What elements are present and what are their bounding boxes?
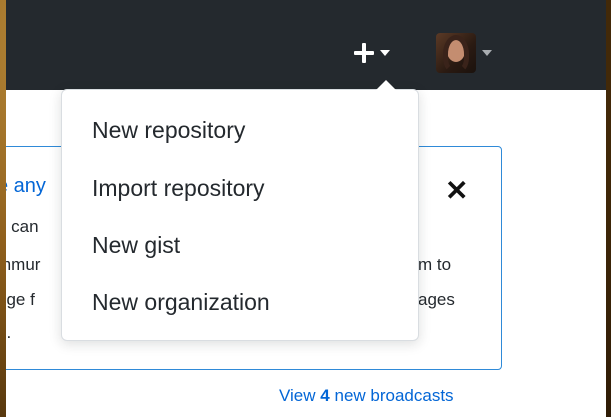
create-new-dropdown-button[interactable] [354,38,414,68]
broadcast-count: 4 [320,386,330,405]
user-menu-button[interactable] [436,30,516,76]
link-suffix: new broadcasts [334,386,454,405]
top-navigation-bar [6,0,606,90]
chevron-down-icon [380,50,390,56]
browser-content: e any u can mmur m to nge f ages e. ✕ Vi… [6,0,606,417]
view-broadcasts-link[interactable]: View 4 new broadcasts [279,386,454,406]
menu-item-new-repository[interactable]: New repository [92,117,245,144]
plus-icon [354,43,374,63]
broadcast-text-line: mmur [6,255,41,274]
broadcast-text-line: ages [418,290,455,309]
menu-item-import-repository[interactable]: Import repository [92,175,265,202]
broadcast-title[interactable]: e any [6,175,46,198]
broadcast-text-line: u can [6,217,39,236]
menu-item-new-gist[interactable]: New gist [92,232,180,259]
menu-item-new-organization[interactable]: New organization [92,289,270,316]
desktop-background: { "header": { "create_icon": "plus-icon"… [0,0,611,417]
close-icon[interactable]: ✕ [445,177,468,205]
chevron-down-icon [482,50,492,56]
broadcast-text-line: m to [418,255,452,274]
create-new-menu: New repository Import repository New gis… [61,80,419,341]
link-prefix: View [279,386,316,405]
broadcast-text-line: e. [6,323,12,342]
broadcast-text-line: nge f [6,290,35,309]
avatar [436,33,476,73]
